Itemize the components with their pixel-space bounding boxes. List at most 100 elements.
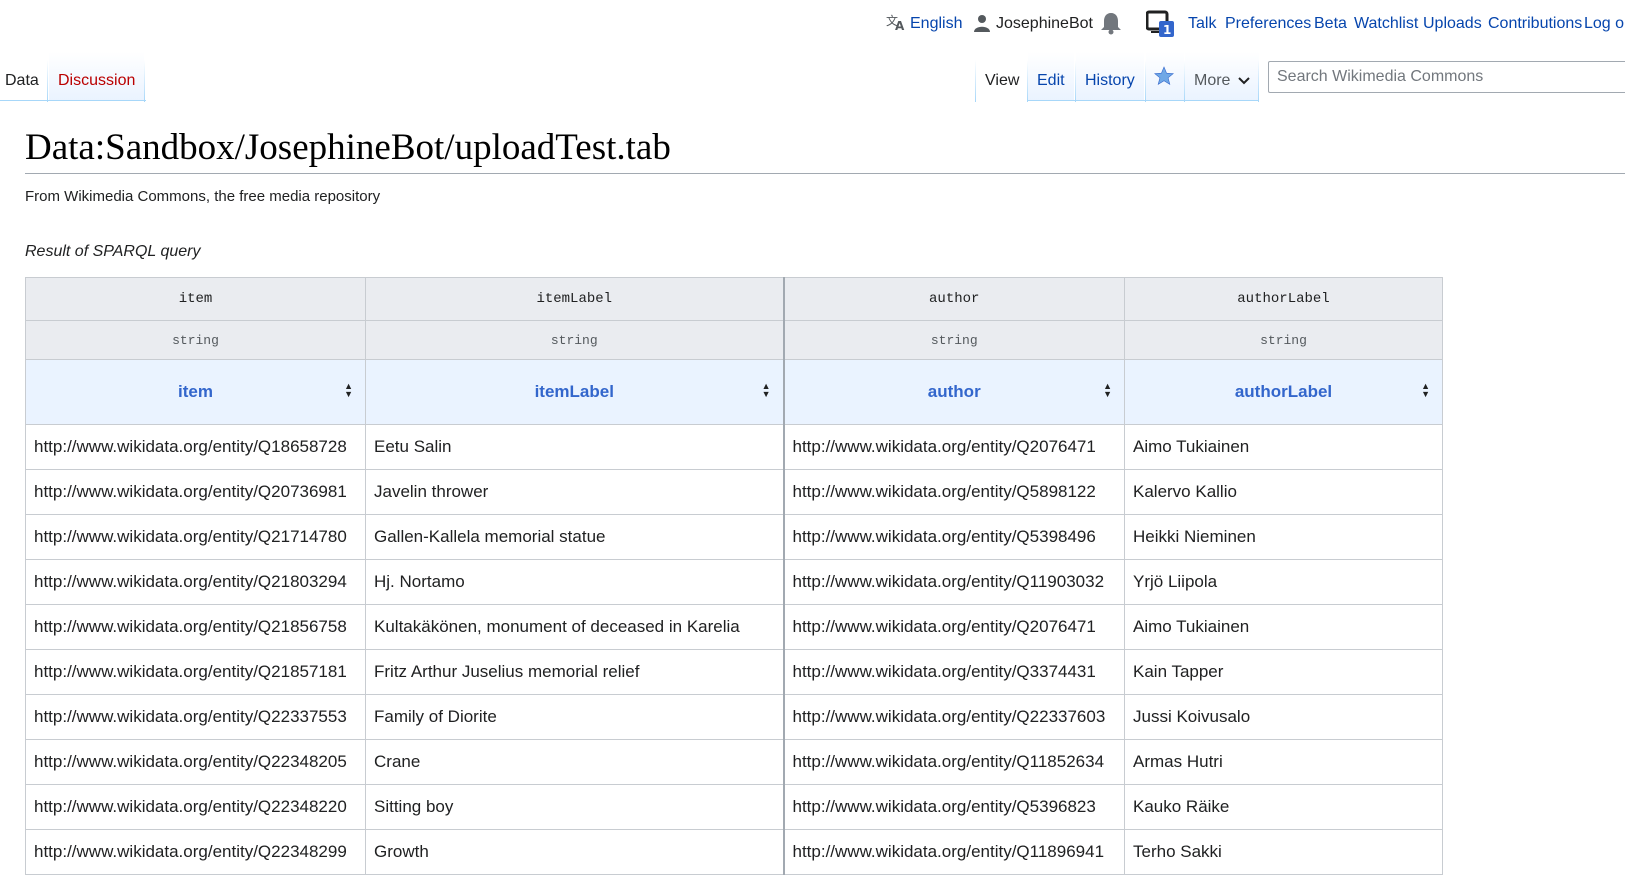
table-row: http://www.wikidata.org/entity/Q22337553… [25,694,1443,740]
item-cell: http://www.wikidata.org/entity/Q22348205 [25,739,366,785]
item-label-cell: Family of Diorite [365,694,784,740]
table-row: http://www.wikidata.org/entity/Q22348220… [25,784,1443,830]
author-label-cell: Aimo Tukiainen [1124,604,1443,650]
field-type-cell: string [1124,320,1443,360]
notice-count: 1 [1163,23,1171,37]
author-label-cell: Terho Sakki [1124,829,1443,875]
item-cell: http://www.wikidata.org/entity/Q22348220 [25,784,366,830]
item-label-cell: Growth [365,829,784,875]
sort-icon: ▲ ▼ [1421,381,1430,399]
contributions-link[interactable]: Contributions [1488,15,1582,33]
logout-link[interactable]: Log out [1584,15,1625,33]
column-title: itemLabel [534,382,614,401]
item-cell: http://www.wikidata.org/entity/Q22348299 [25,829,366,875]
sort-icon: ▲ ▼ [1103,381,1112,399]
tab-baseline [0,100,146,101]
table-row: http://www.wikidata.org/entity/Q20736981… [25,469,1443,515]
author-cell: http://www.wikidata.org/entity/Q5396823 [782,784,1125,830]
search-input[interactable] [1275,62,1609,92]
table-row: http://www.wikidata.org/entity/Q18658728… [25,424,1443,470]
watch-star-tab[interactable] [1146,52,1184,100]
tab-divider [47,60,48,102]
field-name-cell: itemLabel [365,277,784,321]
sort-column-authorlabel[interactable]: authorLabel ▲ ▼ [1124,359,1443,425]
author-label-cell: Aimo Tukiainen [1124,424,1443,470]
item-label-cell: Hj. Nortamo [365,559,784,605]
tab-view[interactable]: View [976,52,1029,100]
item-label-cell: Eetu Salin [365,424,784,470]
column-title: item [178,382,213,401]
table-row: http://www.wikidata.org/entity/Q21803294… [25,559,1443,605]
sort-column-itemlabel[interactable]: itemLabel ▲ ▼ [365,359,784,425]
language-link[interactable]: English [910,15,962,33]
tab-edit[interactable]: Edit [1028,52,1074,100]
user-icon [974,15,990,32]
item-label-cell: Gallen-Kallela memorial statue [365,514,784,560]
tab-divider [144,60,145,102]
column-title: authorLabel [1234,382,1333,401]
tab-data[interactable]: Data [0,52,48,100]
more-menu[interactable]: More [1185,52,1259,100]
column-title: author [927,382,981,401]
author-cell: http://www.wikidata.org/entity/Q5898122 [782,469,1125,515]
author-cell: http://www.wikidata.org/entity/Q22337603 [782,694,1125,740]
field-name-cell: authorLabel [1124,277,1443,321]
author-label-cell: Kauko Räike [1124,784,1443,830]
table-caption: Result of SPARQL query [25,243,201,260]
talk-link[interactable]: Talk [1188,15,1216,33]
svg-text:A: A [895,19,905,31]
beta-link[interactable]: Beta [1314,15,1347,33]
watchlist-link[interactable]: Watchlist [1354,15,1418,33]
item-label-cell: Sitting boy [365,784,784,830]
author-cell: http://www.wikidata.org/entity/Q11896941 [782,829,1125,875]
site-tagline: From Wikimedia Commons, the free media r… [25,188,381,205]
translate-icon[interactable]: 文 A [886,13,906,31]
item-cell: http://www.wikidata.org/entity/Q21857181 [25,649,366,695]
author-label-cell: Jussi Koivusalo [1124,694,1443,740]
personal-tools: 文 A English JosephineBot 1 Talk Preferen… [0,10,1625,38]
user-page-link[interactable]: JosephineBot [996,15,1093,33]
field-type-cell: string [25,320,366,360]
field-type-row: string string string string [25,320,1443,360]
author-cell: http://www.wikidata.org/entity/Q2076471 [782,604,1125,650]
sort-icon: ▲ ▼ [761,381,771,399]
preferences-link[interactable]: Preferences [1225,15,1311,33]
author-cell: http://www.wikidata.org/entity/Q3374431 [782,649,1125,695]
table-row: http://www.wikidata.org/entity/Q21857181… [25,649,1443,695]
notice-tray-icon[interactable]: 1 [1146,10,1176,38]
tab-baseline [1027,100,1259,101]
table-row: http://www.wikidata.org/entity/Q21856758… [25,604,1443,650]
table-row: http://www.wikidata.org/entity/Q21714780… [25,514,1443,560]
more-label: More [1194,72,1231,89]
field-name-row: item itemLabel author authorLabel [25,277,1443,321]
sort-icon: ▲ ▼ [344,381,353,399]
title-divider [25,173,1625,174]
field-name-cell: item [25,277,366,321]
search-field[interactable] [1268,61,1625,93]
author-cell: http://www.wikidata.org/entity/Q2076471 [782,424,1125,470]
item-label-cell: Crane [365,739,784,785]
field-type-cell: string [365,320,784,360]
author-label-cell: Heikki Nieminen [1124,514,1443,560]
field-name-cell: author [782,277,1125,321]
item-label-cell: Javelin thrower [365,469,784,515]
tab-discussion[interactable]: Discussion [49,52,145,100]
item-label-cell: Kultakäkönen, monument of deceased in Ka… [365,604,784,650]
chevron-down-icon [1238,77,1250,85]
author-cell: http://www.wikidata.org/entity/Q5398496 [782,514,1125,560]
sort-column-author[interactable]: author ▲ ▼ [782,359,1125,425]
page-title: Data:Sandbox/JosephineBot/uploadTest.tab [25,127,671,168]
tab-history[interactable]: History [1076,52,1144,100]
table-row: http://www.wikidata.org/entity/Q22348299… [25,829,1443,875]
item-label-cell: Fritz Arthur Juselius memorial relief [365,649,784,695]
bell-icon[interactable] [1100,11,1122,35]
author-cell: http://www.wikidata.org/entity/Q11852634 [782,739,1125,785]
author-label-cell: Kain Tapper [1124,649,1443,695]
star-icon[interactable] [1154,66,1174,86]
author-label-cell: Armas Hutri [1124,739,1443,785]
field-type-cell: string [782,320,1125,360]
uploads-link[interactable]: Uploads [1423,15,1482,33]
sortable-header-row: item ▲ ▼ itemLabel ▲ ▼ author ▲ ▼ authorLab… [25,359,1443,425]
item-cell: http://www.wikidata.org/entity/Q21856758 [25,604,366,650]
sort-column-item[interactable]: item ▲ ▼ [25,359,366,425]
